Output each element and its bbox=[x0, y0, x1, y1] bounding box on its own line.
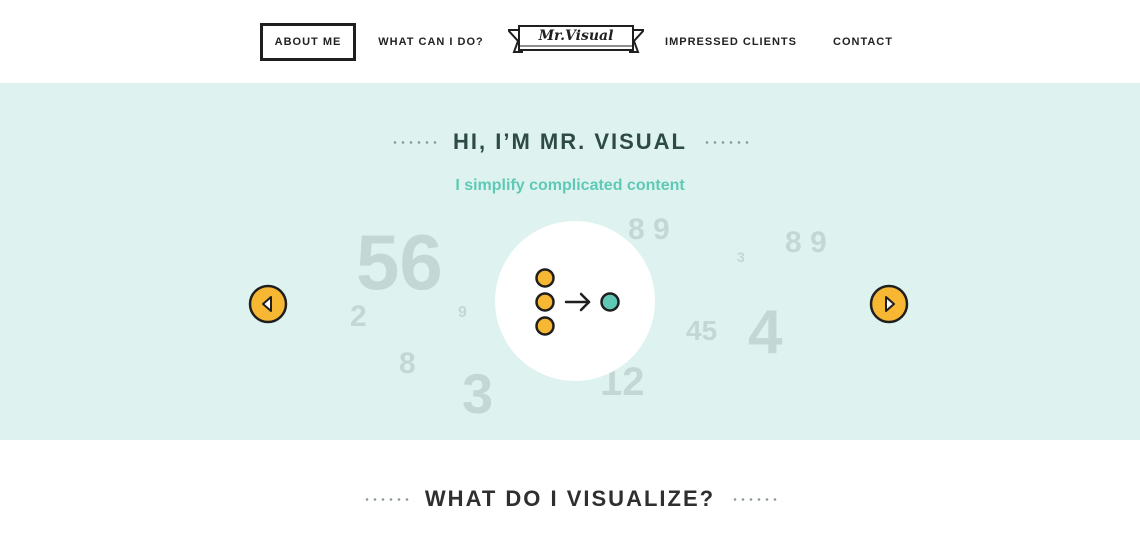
logo-text: Mr.Visual bbox=[538, 28, 614, 44]
three-dots-to-one-icon bbox=[535, 268, 620, 336]
dots-divider-left bbox=[362, 497, 409, 501]
hero-section: HI, I’M MR. VISUAL I simplify complicate… bbox=[0, 83, 1140, 440]
bg-number: 3 bbox=[737, 249, 745, 265]
section-title-row: WHAT DO I VISUALIZE? bbox=[0, 486, 1140, 512]
hero-title: HI, I’M MR. VISUAL bbox=[453, 129, 687, 154]
bg-number: 8 bbox=[399, 347, 416, 380]
logo[interactable]: Mr.Visual bbox=[508, 24, 644, 56]
carousel-prev-button[interactable] bbox=[248, 284, 288, 324]
center-illustration bbox=[495, 221, 655, 381]
chevron-left-icon bbox=[248, 284, 288, 324]
nav-about-me[interactable]: ABOUT ME bbox=[260, 23, 356, 61]
bg-number: 56 bbox=[356, 218, 443, 306]
chevron-right-icon bbox=[869, 284, 909, 324]
bg-number: 9 bbox=[458, 304, 467, 321]
hero-subtitle: I simplify complicated content bbox=[455, 177, 685, 194]
bg-number: 4 bbox=[748, 298, 783, 367]
site-header: ABOUT ME WHAT CAN I DO? Mr.Visual IMPRES… bbox=[0, 0, 1140, 83]
bg-number: 2 bbox=[350, 300, 367, 333]
nav-contact[interactable]: CONTACT bbox=[822, 23, 904, 61]
dots-divider-left bbox=[391, 140, 437, 144]
bg-number: 3 bbox=[462, 362, 494, 425]
hero-title-row: HI, I’M MR. VISUAL bbox=[0, 129, 1140, 155]
carousel-next-button[interactable] bbox=[869, 284, 909, 324]
dots-divider-right bbox=[703, 140, 749, 144]
nav-impressed-clients[interactable]: IMPRESSED CLIENTS bbox=[664, 23, 798, 61]
nav-what-can-i-do[interactable]: WHAT CAN I DO? bbox=[372, 23, 490, 61]
dots-divider-right bbox=[731, 497, 778, 501]
section-title: WHAT DO I VISUALIZE? bbox=[424, 486, 716, 511]
bg-number: 8 9 bbox=[785, 226, 827, 259]
bg-number: 45 bbox=[686, 315, 718, 346]
